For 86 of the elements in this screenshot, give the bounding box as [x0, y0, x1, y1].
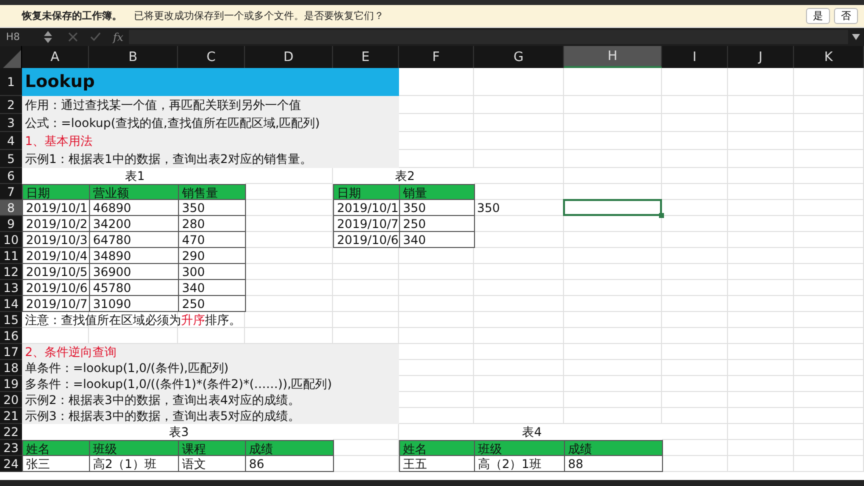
column-header[interactable]: J	[728, 46, 794, 68]
row-header[interactable]: 11	[0, 248, 22, 264]
column-header[interactable]: E	[333, 46, 399, 68]
column-header[interactable]: C	[178, 46, 245, 68]
cell-value: 350	[476, 200, 501, 216]
sheet-title: Lookup	[22, 68, 399, 96]
table-cell: 2019/10/5	[22, 263, 90, 280]
row-header[interactable]: 15	[0, 312, 22, 328]
table-cell: 2019/10/1	[22, 199, 90, 216]
row-header[interactable]: 6	[0, 168, 22, 184]
table-cell: 2019/10/4	[22, 247, 90, 264]
table-cell: 2019/10/7	[22, 295, 90, 312]
table-caption: 表2	[333, 168, 474, 184]
note-text: 单条件：=lookup(1,0/(条件),匹配列)	[22, 360, 399, 376]
table-caption: 表1	[22, 168, 245, 184]
row-header[interactable]: 14	[0, 296, 22, 312]
table-cell: 340	[399, 231, 475, 248]
row-header[interactable]: 10	[0, 232, 22, 248]
column-header[interactable]: G	[474, 46, 564, 68]
table-caption: 表4	[399, 424, 662, 440]
table-cell: 2019/10/3	[22, 231, 90, 248]
row-header[interactable]: 13	[0, 280, 22, 296]
select-all-button[interactable]	[0, 46, 22, 68]
table-cell: 350	[399, 199, 475, 216]
row-header[interactable]: 1	[0, 68, 22, 96]
caret-icon[interactable]	[852, 34, 860, 40]
note-text: 作用：通过查找某一个值，再匹配关联到另外一个值	[22, 96, 399, 114]
section-heading: 1、基本用法	[22, 132, 399, 150]
column-header[interactable]: K	[794, 46, 864, 68]
dialog-button[interactable]: 是	[806, 8, 830, 24]
row-header[interactable]: 5	[0, 150, 22, 168]
row-header[interactable]: 19	[0, 376, 22, 392]
notification-message: 已将更改成功保存到一个或多个文件。是否要恢复它们？	[134, 10, 384, 23]
column-header[interactable]: I	[662, 46, 728, 68]
note-text: 公式：=lookup(查找的值,查找值所在匹配区域,匹配列)	[22, 114, 399, 132]
row-header[interactable]: 20	[0, 392, 22, 408]
row-header[interactable]: 12	[0, 264, 22, 280]
row-header[interactable]: 3	[0, 114, 22, 132]
row-header[interactable]: 4	[0, 132, 22, 150]
table-cell: 250	[178, 295, 246, 312]
table-cell: 88	[564, 455, 663, 472]
row-header[interactable]: 22	[0, 424, 22, 440]
table-cell: 350	[178, 199, 246, 216]
column-header[interactable]: F	[399, 46, 474, 68]
note-text: 示例2：根据表3中的数据，查询出表4对应的成绩。	[22, 392, 399, 408]
table-cell: 张三	[22, 455, 90, 472]
note-text: 示例3：根据表3中的数据，查询出表5对应的成绩。	[22, 408, 399, 424]
cancel-icon[interactable]	[68, 32, 78, 42]
row-header[interactable]: 16	[0, 328, 22, 344]
notification-title: 恢复未保存的工作簿。	[22, 10, 122, 23]
table-cell: 2019/10/6	[22, 279, 90, 296]
selected-cell[interactable]	[563, 199, 662, 216]
section-heading: 2、条件逆向查询	[22, 344, 399, 360]
note-text: 示例1：根据表1中的数据，查询出表2对应的销售量。	[22, 150, 399, 168]
table-cell: 高（2）1班	[474, 455, 565, 472]
table-cell: 王五	[399, 455, 475, 472]
row-header[interactable]: 23	[0, 440, 22, 456]
table-cell: 2019/10/2	[22, 215, 90, 232]
note-text: 多条件：=lookup(1,0/((条件1)*(条件2)*(……)),匹配列)	[22, 376, 399, 392]
dialog-button[interactable]: 否	[834, 8, 858, 24]
table-caption: 表3	[22, 424, 333, 440]
row-header[interactable]: 7	[0, 184, 22, 200]
function-button[interactable]: fx	[113, 30, 124, 44]
stepper-icon[interactable]	[44, 31, 52, 43]
column-header[interactable]: A	[22, 46, 89, 68]
row-header[interactable]: 2	[0, 96, 22, 114]
row-header[interactable]: 8	[0, 200, 22, 216]
row-header[interactable]: 21	[0, 408, 22, 424]
column-header[interactable]: H	[564, 46, 662, 68]
row-header[interactable]: 17	[0, 344, 22, 360]
row-header[interactable]: 24	[0, 456, 22, 472]
row-header[interactable]: 9	[0, 216, 22, 232]
note-text: 注意：查找值所在区域必须为升序排序。	[25, 314, 241, 326]
table-cell: 2019/10/1	[333, 199, 400, 216]
table-cell: 46890	[89, 199, 179, 216]
confirm-icon[interactable]	[90, 32, 101, 42]
table-cell: 31090	[89, 295, 179, 312]
table-cell: 86	[245, 455, 334, 472]
table-cell: 2019/10/7	[333, 215, 400, 232]
table-cell: 语文	[178, 455, 246, 472]
name-box[interactable]: H8	[0, 32, 44, 42]
table-cell: 高2（1）班	[89, 455, 179, 472]
row-header[interactable]: 18	[0, 360, 22, 376]
column-header[interactable]: B	[89, 46, 178, 68]
table-cell: 2019/10/6	[333, 231, 400, 248]
column-header[interactable]: D	[245, 46, 333, 68]
